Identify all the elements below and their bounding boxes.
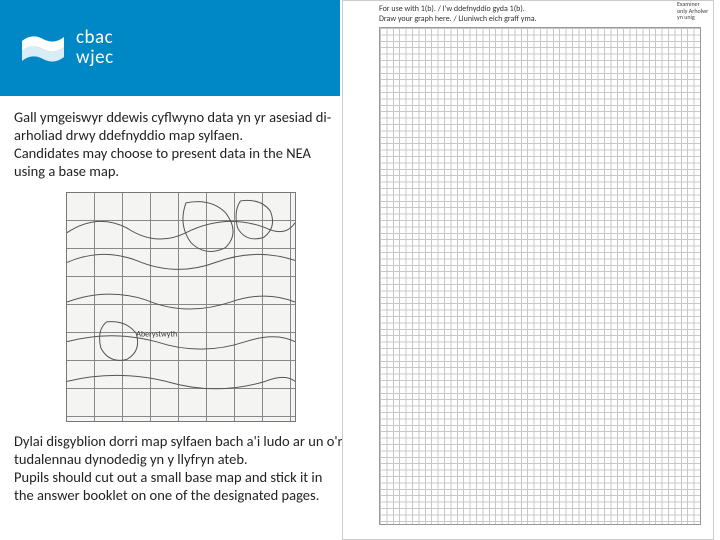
- examiner-sidenote: Examiner only Arholwr yn unig: [677, 1, 709, 21]
- instruction-welsh: Dylai disgyblion dorri map sylfaen bach …: [14, 432, 344, 468]
- contour-lines-icon: Aberystwyth: [67, 193, 295, 421]
- intro-english: Candidates may choose to present data in…: [14, 144, 344, 180]
- map-grid: Aberystwyth: [66, 192, 296, 422]
- instruction-english: Pupils should cut out a small base map a…: [14, 468, 344, 504]
- book-wave-icon: [20, 25, 66, 71]
- brand-line2: wjec: [76, 48, 114, 68]
- brand-line1: cbac: [76, 28, 114, 48]
- graph-grid-area: [379, 27, 701, 525]
- brand-text: cbac wjec: [76, 28, 114, 68]
- basemap-figure: Aberystwyth: [66, 192, 296, 422]
- intro-welsh: Gall ymgeiswyr ddewis cyflwyno data yn y…: [14, 108, 344, 144]
- instruction-text-block: Dylai disgyblion dorri map sylfaen bach …: [14, 432, 344, 505]
- graph-heading: For use with 1(b). / I'w ddefnyddio gyda…: [379, 5, 537, 24]
- graph-heading-line2: Draw your graph here. / Lluniwch eich gr…: [379, 15, 537, 25]
- map-label-icon: Aberystwyth: [136, 330, 177, 340]
- brand-header: cbac wjec: [0, 0, 340, 96]
- graph-paper-panel: For use with 1(b). / I'w ddefnyddio gyda…: [342, 0, 714, 540]
- brand-logo: cbac wjec: [20, 25, 114, 71]
- intro-text-block: Gall ymgeiswyr ddewis cyflwyno data yn y…: [14, 108, 344, 181]
